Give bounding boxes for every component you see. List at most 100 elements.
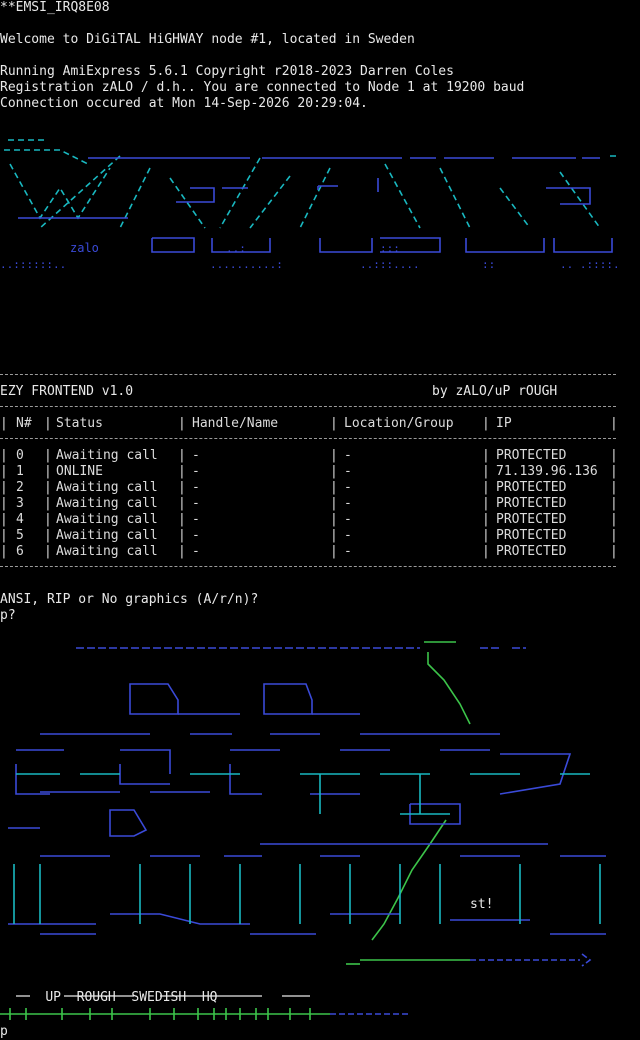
svg-text:.. .::::.: .. .::::.	[560, 258, 620, 271]
svg-text:..........:: ..........:	[210, 258, 283, 271]
column-separator: |	[44, 512, 52, 527]
running-line: Running AmiExpress 5.6.1 Copyright r2018…	[0, 64, 454, 79]
column-separator: |	[482, 512, 490, 527]
column-separator: |	[610, 464, 618, 479]
column-separator: |	[178, 448, 186, 463]
frontend-credit: by zALO/uP rOUGH	[432, 384, 558, 399]
frontend-title: EZY FRONTEND v1.0	[0, 384, 134, 399]
row-n: 6	[16, 544, 24, 559]
column-separator: |	[0, 496, 8, 511]
graphics-prompt: ANSI, RIP or No graphics (A/r/n)?	[0, 592, 259, 607]
col-header-location: Location/Group	[344, 416, 454, 431]
row-handle: -	[192, 496, 200, 511]
column-separator: |	[330, 496, 338, 511]
row-n: 5	[16, 528, 24, 543]
column-separator: |	[0, 528, 8, 543]
row-n: 2	[16, 480, 24, 495]
prompt-answer: p?	[0, 608, 16, 623]
column-separator: |	[610, 544, 618, 559]
row-status: Awaiting call	[56, 448, 158, 463]
ansi-logo-art-2: st!	[8, 641, 606, 967]
row-status: Awaiting call	[56, 544, 158, 559]
row-location: -	[344, 512, 352, 527]
column-separator: |	[330, 480, 338, 495]
column-separator: |	[0, 480, 8, 495]
svg-text:..:: ..:	[226, 242, 246, 255]
welcome-line: Welcome to DiGiTAL HiGHWAY node #1, loca…	[0, 32, 415, 47]
column-separator: |	[330, 448, 338, 463]
column-separator: |	[610, 512, 618, 527]
column-separator: |	[330, 512, 338, 527]
column-separator: |	[330, 464, 338, 479]
row-ip: PROTECTED	[496, 512, 567, 527]
row-ip: PROTECTED	[496, 480, 567, 495]
column-separator: |	[610, 496, 618, 511]
svg-text:::: ::	[482, 258, 495, 271]
row-handle: -	[192, 464, 200, 479]
column-separator: |	[482, 480, 490, 495]
tagline-underline	[0, 995, 410, 1020]
column-separator: |	[610, 480, 618, 495]
column-separator: |	[178, 464, 186, 479]
row-handle: -	[192, 528, 200, 543]
connection-line: Connection occured at Mon 14-Sep-2026 20…	[0, 96, 368, 111]
divider	[0, 374, 616, 375]
column-separator: |	[44, 528, 52, 543]
column-separator: |	[178, 512, 186, 527]
art-tag: st!	[470, 897, 493, 912]
row-handle: -	[192, 480, 200, 495]
row-location: -	[344, 496, 352, 511]
column-separator: |	[44, 496, 52, 511]
col-header-status: Status	[56, 416, 103, 431]
row-status: Awaiting call	[56, 480, 158, 495]
ansi-logo-art: ..::::::.. ..........: ..:::.... :: .. .…	[0, 139, 620, 271]
row-location: -	[344, 480, 352, 495]
column-separator: |	[44, 480, 52, 495]
divider	[0, 566, 616, 567]
logo-tag: zalo	[70, 241, 99, 255]
row-ip: PROTECTED	[496, 544, 567, 559]
column-separator: |	[610, 528, 618, 543]
row-handle: -	[192, 448, 200, 463]
row-status: Awaiting call	[56, 496, 158, 511]
row-status: Awaiting call	[56, 528, 158, 543]
column-separator: |	[0, 448, 8, 463]
row-status: ONLINE	[56, 464, 103, 479]
row-location: -	[344, 464, 352, 479]
column-separator: |	[44, 544, 52, 559]
column-separator: |	[178, 480, 186, 495]
row-n: 0	[16, 448, 24, 463]
column-separator: |	[610, 448, 618, 463]
col-header-handle: Handle/Name	[192, 416, 279, 431]
svg-text:..:::....: ..:::....	[360, 258, 420, 271]
column-separator: |	[178, 544, 186, 559]
row-n: 1	[16, 464, 24, 479]
row-ip: PROTECTED	[496, 528, 567, 543]
svg-text:..::::::..: ..::::::..	[0, 258, 66, 271]
svg-text::::: :::	[380, 242, 400, 255]
col-header-n: N#	[16, 416, 32, 431]
row-n: 3	[16, 496, 24, 511]
row-handle: -	[192, 544, 200, 559]
column-separator: |	[330, 544, 338, 559]
column-separator: |	[0, 544, 8, 559]
row-handle: -	[192, 512, 200, 527]
column-separator: |	[44, 448, 52, 463]
column-separator: |	[482, 448, 490, 463]
input-line[interactable]: p	[0, 1024, 8, 1040]
column-separator: |	[178, 528, 186, 543]
row-ip: PROTECTED	[496, 448, 567, 463]
column-separator: |	[178, 496, 186, 511]
column-separator: |	[44, 464, 52, 479]
col-header-ip: IP	[496, 416, 512, 431]
column-separator: |	[482, 496, 490, 511]
terminal-screen[interactable]: **EMSI_IRQ8E08 Welcome to DiGiTAL HiGHWA…	[0, 0, 640, 1040]
divider	[0, 406, 616, 407]
divider	[0, 438, 616, 439]
column-separator: |	[0, 512, 8, 527]
emsi-line: **EMSI_IRQ8E08	[0, 0, 110, 15]
row-ip: 71.139.96.136	[496, 464, 598, 479]
row-location: -	[344, 528, 352, 543]
column-separator: |	[482, 528, 490, 543]
row-location: -	[344, 544, 352, 559]
